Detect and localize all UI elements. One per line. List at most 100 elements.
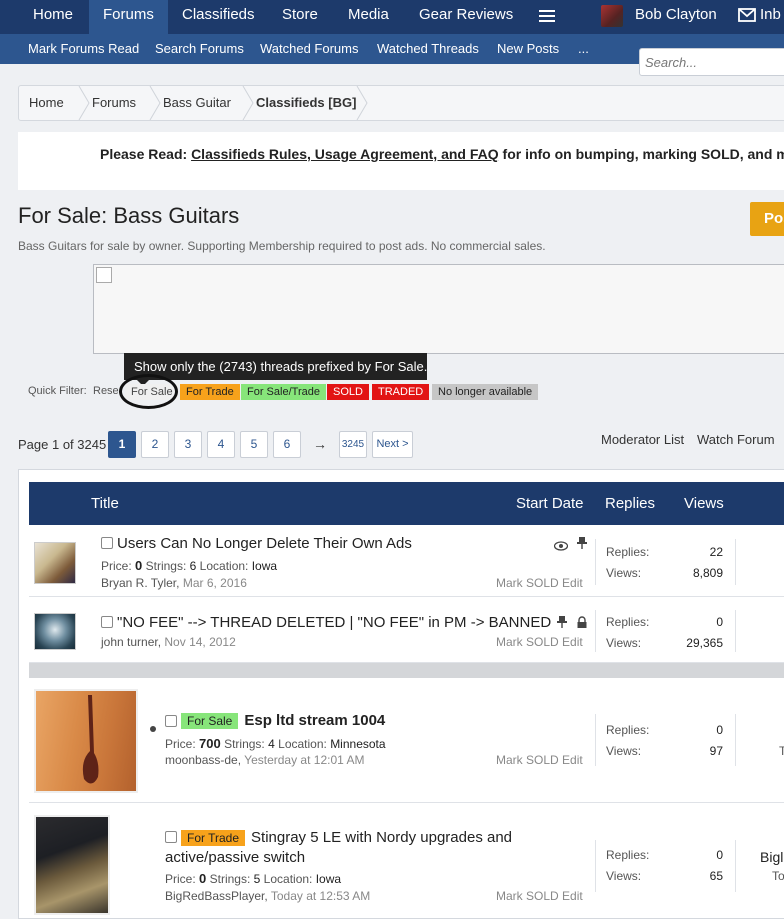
- tab-media[interactable]: Media: [334, 0, 403, 34]
- column-divider: [595, 840, 596, 892]
- thread-thumbnail[interactable]: [34, 815, 110, 915]
- column-divider: [735, 610, 736, 652]
- moderator-list-link[interactable]: Moderator List: [601, 432, 684, 447]
- filter-no-longer-available[interactable]: No longer available: [432, 384, 539, 400]
- filter-for-trade[interactable]: For Trade: [180, 384, 240, 400]
- views-label: Views:: [606, 869, 642, 883]
- header-replies[interactable]: Replies: [605, 482, 655, 525]
- page-6-button[interactable]: 6: [273, 431, 301, 458]
- thread-row[interactable]: "NO FEE" --> THREAD DELETED | "NO FEE" i…: [29, 598, 784, 663]
- new-posts-link[interactable]: New Posts: [497, 34, 559, 64]
- views-count: 65: [709, 869, 723, 883]
- inbox-link[interactable]: Inb: [746, 0, 784, 34]
- thread-row[interactable]: For Sale Esp ltd stream 1004 Price: 700 S…: [29, 678, 784, 803]
- ad-banner[interactable]: [93, 264, 784, 354]
- starter-name[interactable]: Bryan R. Tyler,: [101, 576, 179, 590]
- annotation-circle: [119, 374, 178, 409]
- rules-link[interactable]: Classifieds Rules, Usage Agreement, and …: [191, 146, 499, 162]
- next-page-button[interactable]: Next >: [372, 431, 413, 458]
- quick-filter-reset[interactable]: Rese: [93, 385, 119, 397]
- thread-title[interactable]: For Sale Esp ltd stream 1004: [181, 712, 385, 729]
- thread-avatar[interactable]: [34, 613, 76, 650]
- thread-checkbox[interactable]: [101, 537, 113, 549]
- thread-avatar[interactable]: [34, 542, 76, 584]
- mark-forums-read-link[interactable]: Mark Forums Read: [28, 34, 139, 64]
- thread-row[interactable]: For Trade Stingray 5 LE with Nordy upgrad…: [29, 804, 784, 915]
- notice-text: Please Read: Classifieds Rules, Usage Ag…: [100, 146, 784, 162]
- filter-sold[interactable]: SOLD: [327, 384, 369, 400]
- filter-traded[interactable]: TRADED: [372, 384, 430, 400]
- column-divider: [595, 714, 596, 766]
- chevron-right-icon: [355, 86, 369, 120]
- tab-home[interactable]: Home: [19, 0, 87, 34]
- replies-count: 22: [709, 545, 723, 559]
- last-post-user[interactable]: T: [779, 744, 784, 758]
- filter-for-sale-trade[interactable]: For Sale/Trade: [241, 384, 326, 400]
- starter-name[interactable]: BigRedBassPlayer,: [165, 889, 268, 903]
- prefix-for-trade[interactable]: For Trade: [181, 830, 246, 846]
- thread-title-text[interactable]: Stingray 5 LE with Nordy upgrades and: [251, 829, 512, 846]
- page-5-button[interactable]: 5: [240, 431, 268, 458]
- thread-date: Nov 14, 2012: [164, 635, 236, 649]
- starter-name[interactable]: john turner,: [101, 635, 161, 649]
- page-skip-arrow[interactable]: →: [313, 436, 327, 452]
- thread-actions[interactable]: Mark SOLD Edit: [496, 576, 583, 590]
- thread-actions[interactable]: Mark SOLD Edit: [496, 889, 583, 903]
- tab-gear-reviews[interactable]: Gear Reviews: [405, 0, 527, 34]
- watched-forums-link[interactable]: Watched Forums: [260, 34, 359, 64]
- user-avatar[interactable]: [601, 5, 623, 27]
- page-4-button[interactable]: 4: [207, 431, 235, 458]
- post-thread-button[interactable]: Pos: [750, 202, 784, 236]
- thread-checkbox[interactable]: [165, 831, 177, 843]
- header-start-date[interactable]: Start Date: [516, 482, 584, 525]
- starter-name[interactable]: moonbass-de,: [165, 753, 241, 767]
- thread-checkbox[interactable]: [101, 616, 113, 628]
- breadcrumb-bass-guitar[interactable]: Bass Guitar: [163, 86, 231, 120]
- watch-forum-link[interactable]: Watch Forum: [697, 432, 775, 447]
- thread-actions[interactable]: Mark SOLD Edit: [496, 753, 583, 767]
- menu-icon[interactable]: [539, 10, 555, 22]
- replies-count: 0: [716, 615, 723, 629]
- user-name-link[interactable]: Bob Clayton: [621, 0, 731, 34]
- thread-title[interactable]: For Trade Stingray 5 LE with Nordy upgrad…: [181, 829, 512, 846]
- search-forums-link[interactable]: Search Forums: [155, 34, 244, 64]
- prefix-for-sale[interactable]: For Sale: [181, 713, 239, 729]
- thread-thumbnail[interactable]: [34, 689, 138, 793]
- thread-actions[interactable]: Mark SOLD Edit: [496, 635, 583, 649]
- thread-row[interactable]: Users Can No Longer Delete Their Own Ads…: [29, 525, 784, 597]
- watched-threads-link[interactable]: Watched Threads: [377, 34, 479, 64]
- notice-banner: Please Read: Classifieds Rules, Usage Ag…: [18, 132, 784, 190]
- last-post-user[interactable]: Bigl: [760, 849, 783, 865]
- thread-checkbox[interactable]: [165, 715, 177, 727]
- tab-store[interactable]: Store: [268, 0, 332, 34]
- thread-title[interactable]: Users Can No Longer Delete Their Own Ads: [117, 535, 412, 552]
- header-title[interactable]: Title: [91, 482, 119, 525]
- breadcrumb: Home Forums Bass Guitar Classifieds [BG]: [18, 85, 784, 121]
- broken-image-icon: [96, 267, 112, 283]
- header-views[interactable]: Views: [684, 482, 724, 525]
- thread-list-header: Title Start Date Replies Views: [29, 482, 784, 525]
- tab-classifieds[interactable]: Classifieds: [168, 0, 269, 34]
- unread-dot: [150, 726, 156, 732]
- page-3-button[interactable]: 3: [174, 431, 202, 458]
- breadcrumb-forums[interactable]: Forums: [92, 86, 136, 120]
- search-input[interactable]: Search...: [639, 48, 784, 76]
- thread-title[interactable]: "NO FEE" --> THREAD DELETED | "NO FEE" i…: [117, 614, 551, 631]
- thread-meta: Price: 0 Strings: 5 Location: Iowa: [165, 871, 341, 886]
- page-1-button[interactable]: 1: [108, 431, 136, 458]
- breadcrumb-home[interactable]: Home: [29, 86, 64, 120]
- thread-title-continued[interactable]: active/passive switch: [165, 849, 305, 866]
- views-count: 29,365: [686, 636, 723, 650]
- page-last-button[interactable]: 3245: [339, 431, 367, 458]
- tab-forums[interactable]: Forums: [89, 0, 168, 34]
- replies-count: 0: [716, 723, 723, 737]
- quick-filter-label: Quick Filter:: [28, 385, 87, 397]
- page-2-button[interactable]: 2: [141, 431, 169, 458]
- thread-meta: Price: 700 Strings: 4 Location: Minnesot…: [165, 736, 386, 751]
- eye-icon: [553, 539, 569, 551]
- thread-title-text[interactable]: Esp ltd stream 1004: [244, 712, 385, 729]
- more-link[interactable]: ...: [578, 34, 589, 64]
- breadcrumb-classifieds[interactable]: Classifieds [BG]: [256, 86, 356, 120]
- price-label: Price:: [101, 559, 132, 573]
- price-value: 0: [199, 871, 207, 886]
